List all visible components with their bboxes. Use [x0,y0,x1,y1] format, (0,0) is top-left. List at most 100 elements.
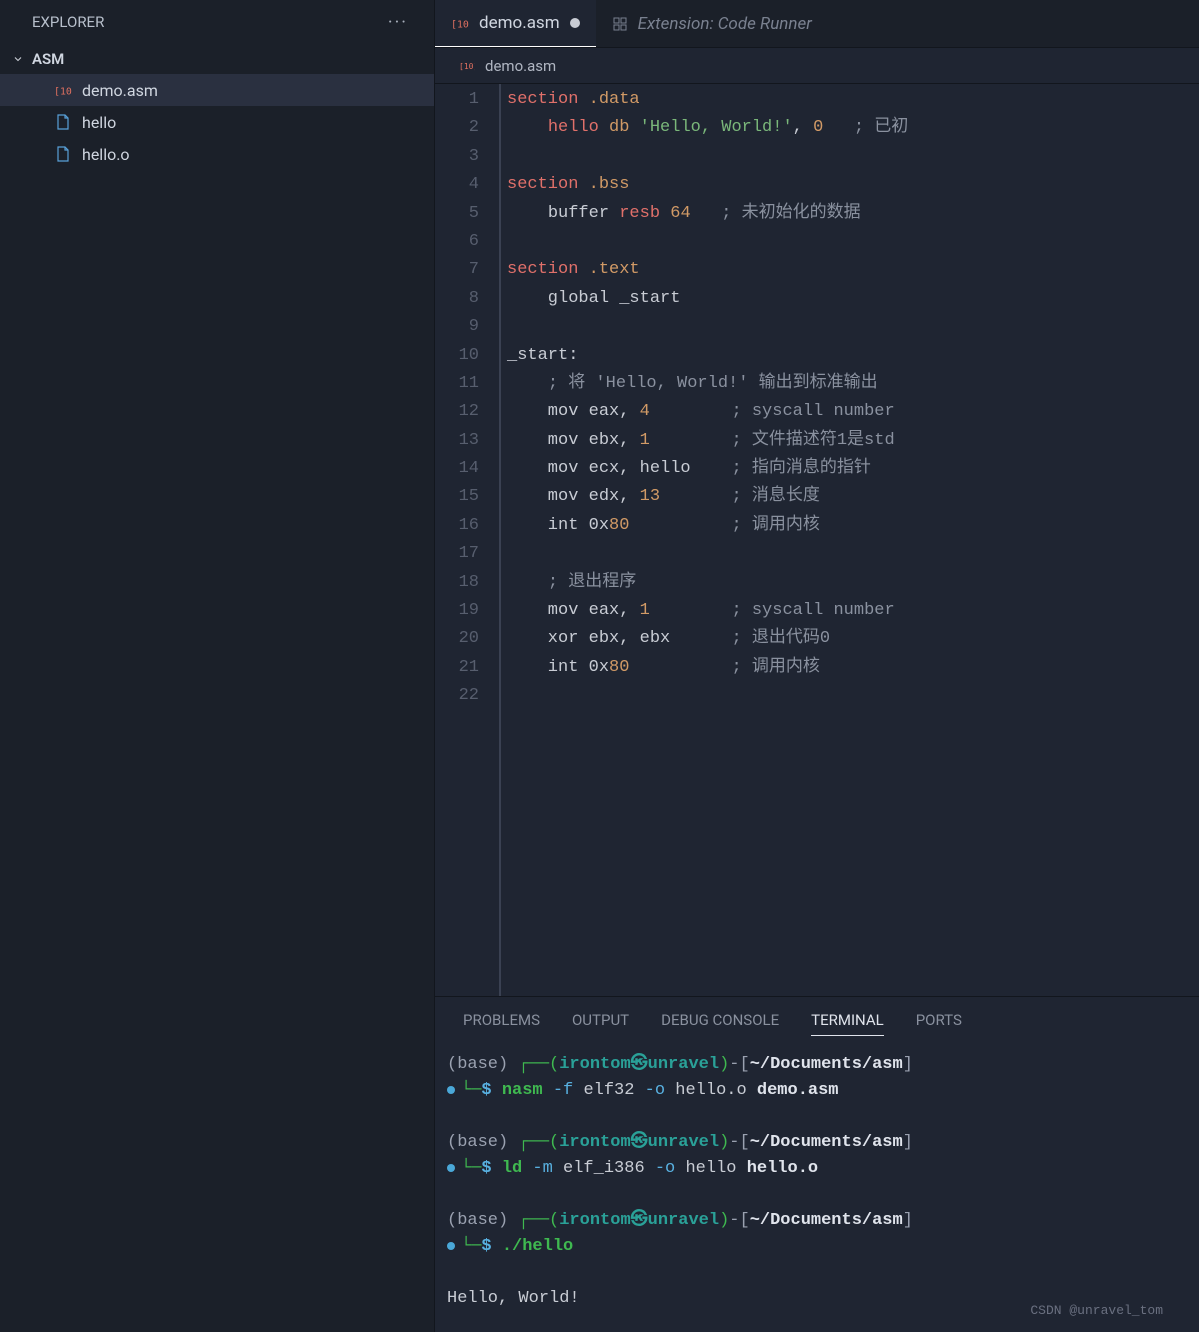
dirty-indicator-icon [570,18,580,28]
line-number: 5 [435,200,479,228]
code-line [507,682,1199,710]
explorer-header: EXPLORER ··· [0,0,434,44]
prompt-bullet-icon [447,1164,455,1172]
breadcrumb-file: demo.asm [485,57,556,75]
terminal-command-line: └─$ ./hello [447,1234,1171,1260]
code-line: ; 退出程序 [507,569,1199,597]
file-item-demo-asm[interactable]: [10] demo.asm [0,74,434,106]
prompt-bullet-icon [447,1086,455,1094]
line-number: 1 [435,86,479,114]
breadcrumb[interactable]: [10] demo.asm [435,48,1199,84]
svg-text:[10]: [10] [459,62,475,71]
prompt-bullet-icon [447,1242,455,1250]
code-line: global _start [507,285,1199,313]
asm-icon: [10] [54,81,72,99]
code-line: hello db 'Hello, World!', 0 ; 已初 [507,114,1199,142]
file-item-hello[interactable]: hello [0,106,434,138]
line-gutter: 12345678910111213141516171819202122 [435,84,499,996]
code-line: _start: [507,342,1199,370]
line-number: 13 [435,427,479,455]
line-number: 14 [435,455,479,483]
code-line: mov ecx, hello ; 指向消息的指针 [507,455,1199,483]
terminal-command-line: └─$ nasm -f elf32 -o hello.o demo.asm [447,1078,1171,1104]
code-line: ; 将 'Hello, World!' 输出到标准输出 [507,370,1199,398]
extension-icon [612,16,628,32]
line-number: 7 [435,256,479,284]
bottom-panel: PROBLEMS OUTPUT DEBUG CONSOLE TERMINAL PORTS… [435,996,1199,1332]
tab-label: demo.asm [479,13,560,33]
terminal-command-line: └─$ ld -m elf_i386 -o hello hello.o [447,1156,1171,1182]
asm-icon: [10] [451,14,469,32]
terminal-prompt-line: (base) ┌──(irontom㉿unravel)-[~/Documents… [447,1130,1171,1156]
line-number: 9 [435,313,479,341]
terminal-command-block: (base) ┌──(irontom㉿unravel)-[~/Documents… [447,1130,1171,1182]
explorer-title: EXPLORER [32,13,104,31]
line-number: 19 [435,597,479,625]
line-number: 17 [435,540,479,568]
terminal-prompt-line: (base) ┌──(irontom㉿unravel)-[~/Documents… [447,1208,1171,1234]
line-number: 18 [435,569,479,597]
editor-main: [10] demo.asm Extension: Code Runner [10… [435,0,1199,1332]
line-number: 4 [435,171,479,199]
terminal-prompt-line: (base) ┌──(irontom㉿unravel)-[~/Documents… [447,1052,1171,1078]
file-label: hello [82,113,116,132]
code-line: xor ebx, ebx ; 退出代码0 [507,625,1199,653]
code-line: int 0x80 ; 调用内核 [507,654,1199,682]
code-line: section .data [507,86,1199,114]
tab-label: Extension: Code Runner [638,14,812,34]
code-line [507,228,1199,256]
code-line: int 0x80 ; 调用内核 [507,512,1199,540]
code-line: mov eax, 4 ; syscall number [507,398,1199,426]
tab-demo-asm[interactable]: [10] demo.asm [435,0,596,47]
file-label: demo.asm [82,81,158,100]
file-label: hello.o [82,145,130,164]
code-line: buffer resb 64 ; 未初始化的数据 [507,200,1199,228]
code-editor[interactable]: 12345678910111213141516171819202122 sect… [435,84,1199,996]
explorer-more-icon[interactable]: ··· [380,8,416,37]
editor-tabs: [10] demo.asm Extension: Code Runner [435,0,1199,48]
code-line: mov edx, 13 ; 消息长度 [507,483,1199,511]
code-line [507,540,1199,568]
file-icon [54,113,72,131]
line-number: 21 [435,654,479,682]
code-line [507,313,1199,341]
panel-tab-terminal[interactable]: TERMINAL [811,1011,884,1036]
folder-name: ASM [32,50,64,68]
chevron-down-icon [12,53,24,65]
code-line: section .text [507,256,1199,284]
terminal-content[interactable]: (base) ┌──(irontom㉿unravel)-[~/Documents… [435,1040,1199,1332]
panel-tab-problems[interactable]: PROBLEMS [463,1011,540,1036]
line-number: 15 [435,483,479,511]
panel-tab-debug-console[interactable]: DEBUG CONSOLE [661,1011,779,1036]
terminal-command-block: (base) ┌──(irontom㉿unravel)-[~/Documents… [447,1208,1171,1260]
line-number: 3 [435,143,479,171]
line-number: 2 [435,114,479,142]
code-content[interactable]: section .data hello db 'Hello, World!', … [499,84,1199,996]
line-number: 10 [435,342,479,370]
tab-extension-code-runner[interactable]: Extension: Code Runner [596,0,828,47]
line-number: 22 [435,682,479,710]
line-number: 16 [435,512,479,540]
file-item-hello-o[interactable]: hello.o [0,138,434,170]
line-number: 8 [435,285,479,313]
panel-tab-ports[interactable]: PORTS [916,1011,962,1036]
code-line: section .bss [507,171,1199,199]
file-icon [54,145,72,163]
code-line [507,143,1199,171]
svg-text:[10]: [10] [54,87,72,98]
line-number: 11 [435,370,479,398]
svg-text:[10]: [10] [451,20,469,31]
line-number: 20 [435,625,479,653]
asm-icon: [10] [459,58,475,74]
watermark: CSDN @unravel_tom [1030,1298,1163,1324]
file-tree: [10] demo.asm hello hello.o [0,74,434,170]
terminal-command-block: (base) ┌──(irontom㉿unravel)-[~/Documents… [447,1052,1171,1104]
explorer-sidebar: EXPLORER ··· ASM [10] demo.asm hello hello.… [0,0,435,1332]
code-line: mov ebx, 1 ; 文件描述符1是std [507,427,1199,455]
code-line: mov eax, 1 ; syscall number [507,597,1199,625]
panel-tab-output[interactable]: OUTPUT [572,1011,629,1036]
line-number: 12 [435,398,479,426]
line-number: 6 [435,228,479,256]
folder-toggle[interactable]: ASM [0,44,434,74]
panel-tabs: PROBLEMS OUTPUT DEBUG CONSOLE TERMINAL PORTS [435,997,1199,1040]
